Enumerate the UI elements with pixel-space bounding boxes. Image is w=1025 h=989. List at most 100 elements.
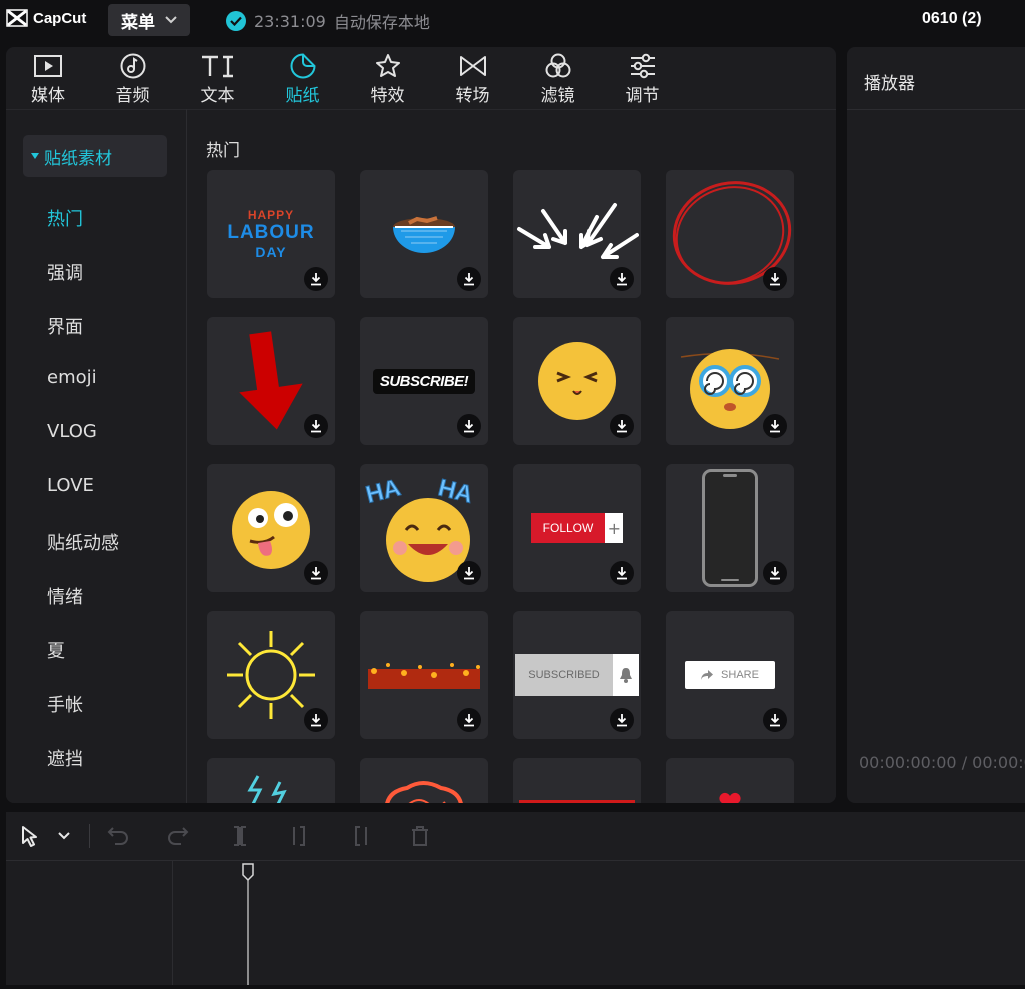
- tab-transition[interactable]: 转场: [430, 47, 515, 109]
- transition-icon: [459, 53, 487, 79]
- download-icon[interactable]: [610, 708, 634, 732]
- tab-adjust[interactable]: 调节: [600, 47, 685, 109]
- sidebar-item-vlog[interactable]: VLOG: [6, 421, 186, 475]
- download-icon[interactable]: [457, 561, 481, 585]
- project-title[interactable]: 0610 (2): [922, 10, 982, 28]
- toolbar-divider: [89, 824, 90, 848]
- download-icon[interactable]: [610, 414, 634, 438]
- timeline-area[interactable]: [6, 861, 1025, 985]
- capcut-logo: CapCut: [6, 8, 86, 28]
- dizzy-emoji-sticker[interactable]: [666, 317, 794, 445]
- sidebar-item-dynamic[interactable]: 贴纸动感: [6, 529, 186, 583]
- sidebar-list: 热门 强调 界面 emoji VLOG LOVE 贴纸动感 情绪 夏 手帐 遮挡…: [6, 205, 186, 803]
- player-divider: [847, 109, 1025, 110]
- download-icon[interactable]: [610, 561, 634, 585]
- undo-icon[interactable]: [106, 824, 130, 848]
- neon-burst-sticker[interactable]: [207, 611, 335, 739]
- neon-brain-sticker[interactable]: [360, 758, 488, 803]
- tab-label: 音频: [115, 86, 150, 106]
- tab-label: 贴纸: [285, 86, 320, 106]
- sticker-text: FOLLOW: [530, 513, 606, 543]
- delete-icon[interactable]: [408, 824, 432, 848]
- effects-icon: [374, 53, 402, 79]
- tab-filter[interactable]: 滤镜: [515, 47, 600, 109]
- top-bar: CapCut 菜单 23:31:09 自动保存本地 0610 (2): [0, 0, 1025, 42]
- tab-effects[interactable]: 特效: [345, 47, 430, 109]
- check-icon: [226, 11, 246, 31]
- sidebar-item-hot[interactable]: 热门: [6, 205, 186, 259]
- red-bar-sticker[interactable]: [513, 758, 641, 803]
- adjust-icon: [629, 53, 657, 79]
- tab-sticker[interactable]: 贴纸: [260, 47, 345, 109]
- red-arrow-down-sticker[interactable]: [207, 317, 335, 445]
- player-title: 播放器: [864, 74, 915, 94]
- sidebar-item-interface[interactable]: 界面: [6, 313, 186, 367]
- tab-label: 调节: [625, 86, 660, 106]
- materials-panel: 媒体 音频 文本 贴纸 特效 转场 滤镜 调节 贴纸素材 热门 强调 界面 em…: [6, 47, 836, 803]
- logo-text: CapCut: [33, 9, 87, 27]
- tab-label: 文本: [200, 86, 235, 106]
- select-tool-icon[interactable]: [18, 824, 42, 848]
- download-icon[interactable]: [763, 561, 787, 585]
- sidebar-item-love[interactable]: LOVE: [6, 475, 186, 529]
- sidebar-item-festival[interactable]: 节日: [6, 799, 186, 803]
- sidebar-item-journal[interactable]: 手帐: [6, 691, 186, 745]
- sidebar-item-emphasis[interactable]: 强调: [6, 259, 186, 313]
- subscribed-button-sticker[interactable]: SUBSCRIBED: [513, 611, 641, 739]
- haha-emoji-sticker[interactable]: HA HA: [360, 464, 488, 592]
- download-icon[interactable]: [304, 708, 328, 732]
- download-icon[interactable]: [610, 267, 634, 291]
- filter-icon: [544, 53, 572, 79]
- download-icon[interactable]: [304, 267, 328, 291]
- white-arrows-sticker[interactable]: [513, 170, 641, 298]
- fire-sparks-sticker[interactable]: [360, 611, 488, 739]
- split-right-icon[interactable]: [348, 824, 372, 848]
- sidebar-item-cover[interactable]: 遮挡: [6, 745, 186, 799]
- follow-button-sticker[interactable]: FOLLOW +: [513, 464, 641, 592]
- sidebar-item-emoji[interactable]: emoji: [6, 367, 186, 421]
- share-button-sticker[interactable]: SHARE: [666, 611, 794, 739]
- sidebar-header[interactable]: 贴纸素材: [23, 135, 167, 177]
- sidebar-item-mood[interactable]: 情绪: [6, 583, 186, 637]
- download-icon[interactable]: [457, 414, 481, 438]
- tongue-emoji-sticker[interactable]: [207, 464, 335, 592]
- subscribe-sticker[interactable]: SUBSCRIBE!: [360, 317, 488, 445]
- share-arrow-icon: [701, 670, 714, 680]
- tab-media[interactable]: 媒体: [6, 47, 90, 109]
- tab-audio[interactable]: 音频: [90, 47, 175, 109]
- download-icon[interactable]: [457, 267, 481, 291]
- autosave-text: 自动保存本地: [333, 13, 430, 32]
- phone-frame-sticker[interactable]: [666, 464, 794, 592]
- menu-button[interactable]: 菜单: [108, 4, 190, 36]
- redo-icon[interactable]: [166, 824, 190, 848]
- tab-text[interactable]: 文本: [175, 47, 260, 109]
- red-circle-sticker[interactable]: [666, 170, 794, 298]
- laughing-emoji-sticker[interactable]: [513, 317, 641, 445]
- split-left-icon[interactable]: [288, 824, 312, 848]
- player-timecode: 00:00:00:00 / 00:00:00:00: [859, 753, 1025, 772]
- section-title: 热门: [206, 141, 240, 161]
- sticker-text: +: [605, 513, 624, 543]
- playhead[interactable]: [241, 863, 255, 985]
- neon-lightning-sticker[interactable]: [207, 758, 335, 803]
- sticker-text: LABOUR: [227, 222, 315, 243]
- split-icon[interactable]: [228, 824, 252, 848]
- sticker-text: DAY: [255, 244, 287, 260]
- download-icon[interactable]: [763, 267, 787, 291]
- download-icon[interactable]: [304, 561, 328, 585]
- sticker-text: SUBSCRIBED: [515, 654, 613, 696]
- download-icon[interactable]: [763, 414, 787, 438]
- download-icon[interactable]: [457, 708, 481, 732]
- audio-icon: [120, 53, 146, 79]
- labour-day-sticker[interactable]: HAPPY LABOUR DAY: [207, 170, 335, 298]
- sidebar-item-summer[interactable]: 夏: [6, 637, 186, 691]
- autosave-status: 23:31:09 自动保存本地: [226, 9, 430, 33]
- tab-label: 滤镜: [540, 86, 575, 106]
- food-bowl-sticker[interactable]: [360, 170, 488, 298]
- chevron-down-icon: [165, 16, 177, 24]
- chevron-down-icon[interactable]: [52, 824, 76, 848]
- heart-sticker[interactable]: [666, 758, 794, 803]
- sidebar-header-label: 贴纸素材: [44, 148, 112, 169]
- download-icon[interactable]: [763, 708, 787, 732]
- download-icon[interactable]: [304, 414, 328, 438]
